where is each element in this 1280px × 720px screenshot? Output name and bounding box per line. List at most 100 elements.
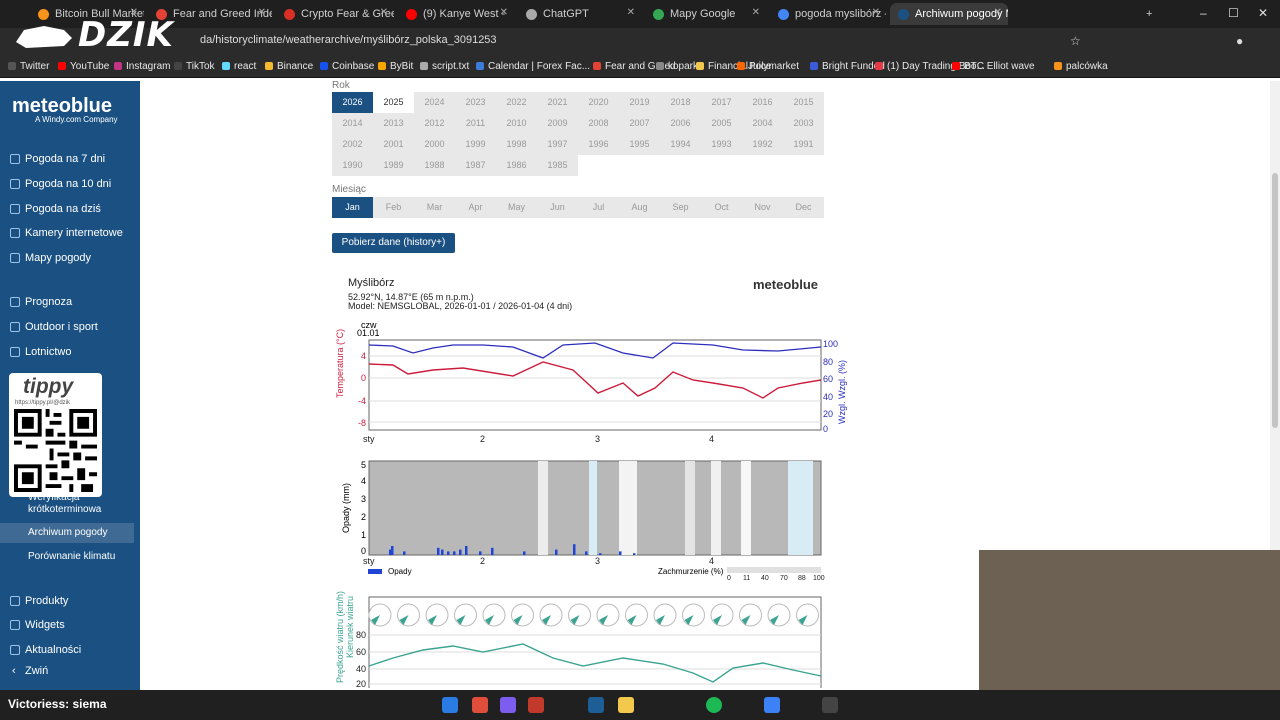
year-option[interactable]: 1995 (619, 134, 660, 155)
month-option[interactable]: May (496, 197, 537, 218)
month-option[interactable]: Jan (332, 197, 373, 218)
star-icon[interactable]: ☆ (1070, 34, 1081, 48)
windows-start-icon[interactable] (442, 697, 458, 713)
notepad-icon[interactable] (764, 697, 780, 713)
year-option[interactable]: 1986 (496, 155, 537, 176)
year-option[interactable]: 2000 (414, 134, 455, 155)
bookmark-item[interactable]: TikTok (174, 61, 215, 72)
bookmark-item[interactable]: Calendar | Forex Fac... (476, 61, 590, 72)
bookmark-item[interactable]: Instagram (114, 61, 170, 72)
month-option[interactable]: Sep (660, 197, 701, 218)
bookmark-item[interactable]: Bright Funded (810, 61, 885, 72)
sidebar-item[interactable]: Prognoza (0, 291, 134, 313)
close-tab-icon[interactable]: ✕ (872, 7, 880, 18)
year-option[interactable]: 2008 (578, 113, 619, 134)
year-option[interactable]: 1990 (332, 155, 373, 176)
bookmark-item[interactable]: Polymarket (737, 61, 799, 72)
profile-icon[interactable]: ● (1236, 34, 1243, 48)
year-option[interactable]: 2015 (783, 92, 824, 113)
year-option[interactable]: 2016 (742, 92, 783, 113)
year-option[interactable]: 2022 (496, 92, 537, 113)
year-option[interactable]: 2019 (619, 92, 660, 113)
year-option[interactable]: 1998 (496, 134, 537, 155)
year-option[interactable]: 2023 (455, 92, 496, 113)
bookmark-item[interactable]: script.txt (420, 61, 469, 72)
year-option[interactable]: 2005 (701, 113, 742, 134)
url-text[interactable]: da/historyclimate/weatherarchive/myślibó… (200, 34, 497, 46)
minimize-icon[interactable]: – (1200, 6, 1207, 20)
sidebar-item-news[interactable]: Aktualności (0, 639, 134, 661)
folder-icon[interactable] (618, 697, 634, 713)
year-option[interactable]: 2026 (332, 92, 373, 113)
scrollbar-thumb[interactable] (1272, 173, 1278, 428)
month-option[interactable]: Jul (578, 197, 619, 218)
new-tab-button[interactable]: + (1138, 3, 1158, 25)
chrome-icon[interactable] (472, 697, 488, 713)
year-option[interactable]: 2001 (373, 134, 414, 155)
year-option[interactable]: 2013 (373, 113, 414, 134)
close-tab-icon[interactable]: ✕ (258, 7, 266, 18)
month-option[interactable]: Nov (742, 197, 783, 218)
year-option[interactable]: 1991 (783, 134, 824, 155)
year-option[interactable]: 2012 (414, 113, 455, 134)
browser-tab[interactable]: ChatGPT ✕ (518, 3, 641, 25)
discord-icon[interactable] (500, 697, 516, 713)
year-option[interactable]: 2017 (701, 92, 742, 113)
year-option[interactable]: 2021 (537, 92, 578, 113)
year-option[interactable]: 2025 (373, 92, 414, 113)
collapse-button[interactable]: ‹ Zwiń (0, 660, 134, 682)
year-option[interactable]: 2003 (783, 113, 824, 134)
month-option[interactable]: Apr (455, 197, 496, 218)
browser-tab[interactable]: Mapy Google ✕ (645, 3, 766, 25)
month-option[interactable]: Mar (414, 197, 455, 218)
bookmark-item[interactable]: react (222, 61, 256, 72)
year-option[interactable]: 2018 (660, 92, 701, 113)
app-icon[interactable] (528, 697, 544, 713)
sidebar-item[interactable]: Kamery internetowe (0, 222, 134, 244)
bookmark-item[interactable]: Twitter (8, 61, 49, 72)
close-tab-icon[interactable]: ✕ (994, 7, 1002, 18)
year-option[interactable]: 2024 (414, 92, 455, 113)
year-option[interactable]: 2004 (742, 113, 783, 134)
year-option[interactable]: 2002 (332, 134, 373, 155)
year-option[interactable]: 1993 (701, 134, 742, 155)
spotify-icon[interactable] (706, 697, 722, 713)
year-option[interactable]: 2014 (332, 113, 373, 134)
steam-icon[interactable] (588, 697, 604, 713)
sidebar-item[interactable]: Pogoda na dziś (0, 198, 134, 220)
browser-tab[interactable]: Archiwum pogody M ✕ (890, 3, 1008, 25)
month-option[interactable]: Oct (701, 197, 742, 218)
month-option[interactable]: Jun (537, 197, 578, 218)
sidebar-item[interactable]: Pogoda na 7 dni (0, 148, 134, 170)
close-window-icon[interactable]: ✕ (1258, 6, 1268, 20)
browser-tab[interactable]: pogoda myslibórz - S✕ (770, 3, 886, 25)
maximize-icon[interactable]: ☐ (1228, 6, 1239, 20)
year-option[interactable]: 1987 (455, 155, 496, 176)
year-option[interactable]: 1985 (537, 155, 578, 176)
close-tab-icon[interactable]: ✕ (752, 7, 760, 18)
year-option[interactable]: 1992 (742, 134, 783, 155)
close-tab-icon[interactable]: ✕ (380, 7, 388, 18)
year-option[interactable]: 2020 (578, 92, 619, 113)
month-option[interactable]: Aug (619, 197, 660, 218)
bookmark-item[interactable]: Binance (265, 61, 313, 72)
sidebar-item-widgets[interactable]: Widgets (0, 614, 134, 636)
year-option[interactable]: 2010 (496, 113, 537, 134)
year-option[interactable]: 2007 (619, 113, 660, 134)
close-tab-icon[interactable]: ✕ (627, 7, 635, 18)
year-option[interactable]: 1994 (660, 134, 701, 155)
close-tab-icon[interactable]: ✕ (500, 7, 508, 18)
sidebar-item[interactable]: Lotnictwo (0, 341, 134, 363)
month-option[interactable]: Dec (783, 197, 824, 218)
bookmark-item[interactable]: ByBit (378, 61, 413, 72)
year-option[interactable]: 1988 (414, 155, 455, 176)
sidebar-sub-archive[interactable]: Archiwum pogody (0, 523, 134, 543)
year-option[interactable]: 1989 (373, 155, 414, 176)
sidebar-item[interactable]: Mapy pogody (0, 247, 134, 269)
year-option[interactable]: 1997 (537, 134, 578, 155)
bookmark-item[interactable]: YouTube (58, 61, 109, 72)
bookmark-item[interactable]: Coinbase (320, 61, 374, 72)
browser-tab[interactable]: Crypto Fear & Greed ✕ (276, 3, 394, 25)
bookmark-item[interactable]: palcówka (1054, 61, 1108, 72)
year-option[interactable]: 1996 (578, 134, 619, 155)
